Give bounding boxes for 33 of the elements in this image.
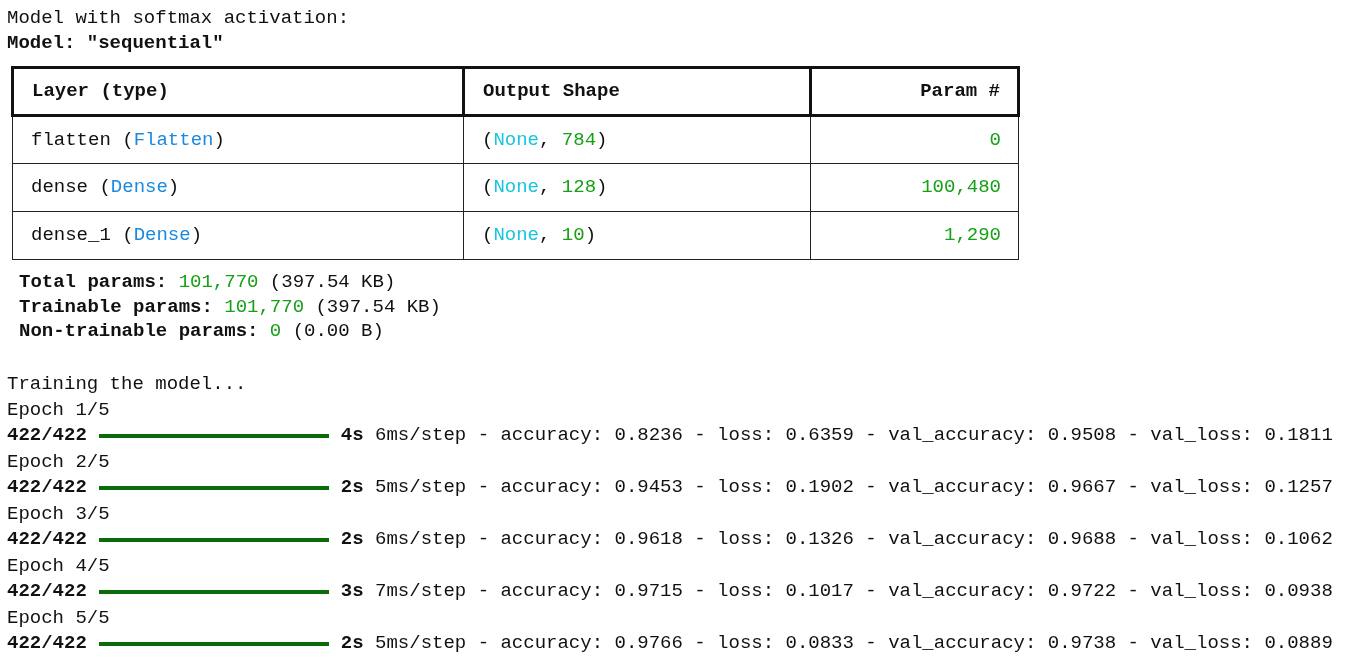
table-cell: flatten (Flatten)	[12, 115, 464, 164]
table-cell: 0	[810, 115, 1019, 164]
epoch-title: Epoch 3/5	[7, 501, 111, 527]
step-count: 422/422	[7, 527, 87, 553]
model-title: Model: "sequential"	[7, 30, 225, 55]
table-cell: 1,290	[810, 211, 1019, 260]
step-count: 422/422	[7, 631, 87, 657]
epoch-metrics: 2s 5ms/step - accuracy: 0.9453 - loss: 0.1902 - val_accuracy: 0.9667 - val_loss: 0.1257	[340, 475, 1333, 501]
param-total: Non-trainable params: 0 (0.00 B)	[19, 319, 385, 344]
column-header: Param #	[810, 67, 1019, 116]
epoch-title: Epoch 5/5	[7, 605, 111, 631]
table-cell: (None, 784)	[463, 115, 811, 164]
table-cell: dense_1 (Dense)	[12, 211, 464, 260]
param-total: Trainable params: 101,770 (397.54 KB)	[19, 294, 442, 319]
param-total: Total params: 101,770 (397.54 KB)	[19, 270, 397, 295]
epoch-metrics: 4s 6ms/step - accuracy: 0.8236 - loss: 0.6359 - val_accuracy: 0.9508 - val_loss: 0.1811	[340, 423, 1333, 449]
table-cell: 100,480	[810, 163, 1019, 212]
table-cell: (None, 128)	[463, 163, 811, 212]
epoch-title: Epoch 4/5	[7, 553, 111, 579]
step-count: 422/422	[7, 423, 87, 449]
output-line: Training the model...	[7, 371, 248, 397]
epoch-metrics: 3s 7ms/step - accuracy: 0.9715 - loss: 0.1017 - val_accuracy: 0.9722 - val_loss: 0.0938	[340, 579, 1333, 605]
column-header: Layer (type)	[12, 67, 464, 116]
epoch-title: Epoch 2/5	[7, 449, 111, 475]
output-line: Model with softmax activation:	[7, 6, 351, 31]
epoch-title: Epoch 1/5	[7, 397, 111, 423]
table-cell: dense (Dense)	[12, 163, 464, 212]
step-count: 422/422	[7, 475, 87, 501]
table-cell: (None, 10)	[463, 211, 811, 260]
column-header: Output Shape	[463, 67, 811, 116]
epoch-metrics: 2s 5ms/step - accuracy: 0.9766 - loss: 0.0833 - val_accuracy: 0.9738 - val_loss: 0.0889	[340, 631, 1333, 657]
epoch-metrics: 2s 6ms/step - accuracy: 0.9618 - loss: 0.1326 - val_accuracy: 0.9688 - val_loss: 0.1062	[340, 527, 1333, 553]
step-count: 422/422	[7, 579, 87, 605]
